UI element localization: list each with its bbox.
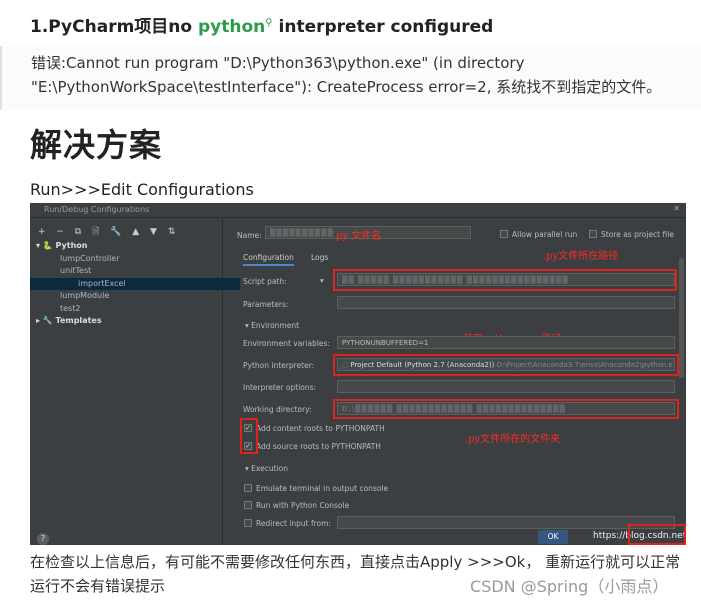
error-blockquote: 错误:Cannot run program "D:\Python363\pyth… bbox=[0, 46, 701, 110]
error-text: 错误:Cannot run program "D:\Python363\pyth… bbox=[31, 51, 691, 99]
store-project-checkbox[interactable] bbox=[589, 230, 597, 238]
config-form: Name: ▒▒▒▒▒▒▒▒▒▒ .py 文件名 Allow parallel … bbox=[223, 218, 686, 545]
search-icon[interactable]: ⚲ bbox=[265, 17, 272, 28]
tree-group-python[interactable]: ▾ 🐍 Python bbox=[36, 240, 240, 253]
error-line-2: "E:\PythonWorkSpace\testInterface"): Cre… bbox=[31, 78, 662, 96]
redirect-input-checkbox[interactable] bbox=[244, 519, 252, 527]
tree-item[interactable]: test2 bbox=[36, 303, 240, 316]
heading-keyword-link[interactable]: python bbox=[198, 17, 265, 37]
heading-prefix: 1.PyCharm项目no bbox=[30, 17, 198, 37]
help-button[interactable]: ? bbox=[37, 533, 49, 545]
tree-item[interactable]: unitTest bbox=[36, 265, 240, 278]
parameters-label: Parameters: bbox=[243, 300, 289, 309]
interpreter-options-label: Interpreter options: bbox=[243, 383, 317, 392]
redirect-input-field[interactable] bbox=[337, 516, 675, 529]
tree-group-templates[interactable]: ▸ 🔧 Templates bbox=[36, 315, 240, 328]
store-project-label: Store as project file bbox=[601, 230, 674, 239]
working-dir-label: Working directory: bbox=[243, 405, 312, 414]
working-dir-highlight bbox=[333, 399, 679, 419]
form-scrollbar[interactable] bbox=[679, 258, 684, 378]
close-icon[interactable]: ✕ bbox=[673, 204, 680, 213]
config-tree-pane: + − ⧉ 🗎 🔧 ▲ ▼ ⇅ ▾ 🐍 Python lumpControlle… bbox=[30, 218, 240, 545]
run-console-checkbox[interactable] bbox=[244, 501, 252, 509]
allow-parallel-checkbox[interactable] bbox=[500, 230, 508, 238]
ok-button[interactable]: OK bbox=[538, 530, 568, 544]
add-content-roots-label: Add content roots to PYTHONPATH bbox=[256, 424, 385, 433]
run-debug-config-screenshot: Run/Debug Configurations ✕ + − ⧉ 🗎 🔧 ▲ ▼… bbox=[30, 203, 686, 545]
python-interpreter-label: Python interpreter: bbox=[243, 361, 315, 370]
execution-section[interactable]: ▾ Execution bbox=[245, 464, 288, 473]
ok-apply-highlight bbox=[628, 524, 686, 545]
chevron-down-icon[interactable]: ▾ bbox=[320, 276, 324, 285]
script-annotation: .py文件所在路径 bbox=[543, 251, 619, 262]
name-annotation: .py 文件名 bbox=[333, 231, 382, 242]
config-tree: ▾ 🐍 Python lumpController unitTest impor… bbox=[30, 240, 240, 328]
environment-section[interactable]: ▾ Environment bbox=[245, 321, 299, 330]
script-path-highlight bbox=[333, 269, 677, 291]
tree-item-selected[interactable]: importExcel bbox=[30, 277, 240, 290]
add-source-roots-label: Add source roots to PYTHONPATH bbox=[256, 442, 381, 451]
tab-configuration[interactable]: Configuration bbox=[243, 253, 294, 266]
working-dir-annotation: .py文件所在的文件夹 bbox=[465, 434, 561, 445]
interpreter-options-field[interactable] bbox=[337, 380, 675, 393]
tab-logs[interactable]: Logs bbox=[311, 253, 328, 262]
emulate-terminal-checkbox[interactable] bbox=[244, 484, 252, 492]
error-line-1: 错误:Cannot run program "D:\Python363\pyth… bbox=[31, 54, 525, 72]
env-vars-field[interactable]: PYTHONUNBUFFERED=1 bbox=[337, 336, 675, 349]
env-vars-label: Environment variables: bbox=[243, 339, 330, 348]
csdn-watermark: CSDN @Spring（小雨点） bbox=[470, 577, 669, 596]
redirect-input-label: Redirect input from: bbox=[256, 519, 331, 528]
name-label: Name: bbox=[237, 231, 262, 240]
dialog-titlebar: Run/Debug Configurations ✕ bbox=[30, 203, 686, 218]
run-console-label: Run with Python Console bbox=[256, 501, 350, 510]
menu-path: Run>>>Edit Configurations bbox=[30, 180, 254, 199]
checkbox-highlight bbox=[240, 418, 258, 454]
dialog-title: Run/Debug Configurations bbox=[44, 205, 150, 214]
tree-item[interactable]: lumpModule bbox=[36, 290, 240, 303]
section-heading: 1.PyCharm项目no python⚲ interpreter config… bbox=[30, 12, 493, 37]
interpreter-highlight bbox=[333, 354, 679, 376]
allow-parallel-label: Allow parallel run bbox=[512, 230, 578, 239]
tree-toolbar[interactable]: + − ⧉ 🗎 🔧 ▲ ▼ ⇅ bbox=[38, 224, 179, 240]
heading-suffix: interpreter configured bbox=[272, 17, 494, 37]
tree-item[interactable]: lumpController bbox=[36, 253, 240, 266]
script-path-label: Script path: bbox=[243, 277, 287, 286]
parameters-field[interactable] bbox=[337, 296, 675, 309]
solution-title: 解决方案 bbox=[30, 126, 163, 164]
emulate-terminal-label: Emulate terminal in output console bbox=[256, 484, 389, 493]
